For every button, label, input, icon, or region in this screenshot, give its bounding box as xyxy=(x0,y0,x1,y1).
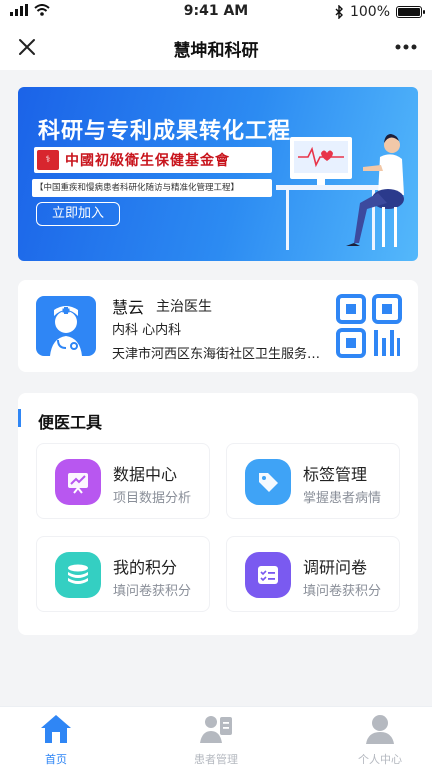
more-icon xyxy=(395,44,417,50)
tab-patients[interactable]: 患者管理 xyxy=(156,711,276,767)
join-button[interactable]: 立即加入 xyxy=(36,202,120,226)
tab-label: 首页 xyxy=(45,753,67,766)
doctor-department: 内科 心内科 xyxy=(112,323,182,338)
banner-org-name: 中國初級衛生保健基金會 xyxy=(65,153,230,169)
tool-survey[interactable]: 调研问卷 填问卷获积分 xyxy=(226,536,400,612)
patients-icon xyxy=(200,716,232,743)
battery-percent: 100% xyxy=(349,4,390,20)
tool-desc: 项目数据分析 xyxy=(113,491,192,506)
person-icon xyxy=(366,715,394,744)
doctor-hospital: 天津市河西区东海街社区卫生服务中心 xyxy=(112,347,326,362)
tab-label: 患者管理 xyxy=(194,753,238,766)
banner-subtitle: 【中国重疾和慢病患者科研化随访与精准化管理工程】 xyxy=(32,179,272,197)
tool-desc: 掌握患者病情 xyxy=(303,491,382,506)
tab-label: 个人中心 xyxy=(358,753,402,766)
tool-desc: 填问卷获积分 xyxy=(303,584,382,599)
tool-tag-management[interactable]: 标签管理 掌握患者病情 xyxy=(226,443,400,519)
bottom-tab-bar: 首页 患者管理 个人中心 xyxy=(0,706,432,768)
banner-title: 科研与专利成果转化工程 xyxy=(38,119,292,144)
tool-name: 数据中心 xyxy=(113,465,178,484)
banner-org: ⚕ 中國初級衛生保健基金會 xyxy=(34,147,272,173)
tool-name: 调研问卷 xyxy=(303,558,368,577)
page-title: 慧坤和科研 xyxy=(173,41,259,61)
tool-data-center[interactable]: 数据中心 项目数据分析 xyxy=(36,443,210,519)
doctor-name: 慧云 xyxy=(112,298,145,317)
avatar xyxy=(36,296,96,356)
tool-my-points[interactable]: 我的积分 填问卷获积分 xyxy=(36,536,210,612)
section-accent-bar xyxy=(18,409,21,427)
tool-name: 标签管理 xyxy=(303,465,368,484)
tool-desc: 填问卷获积分 xyxy=(113,584,192,599)
home-icon xyxy=(41,715,71,743)
doctor-profile-card[interactable]: 慧云 主治医生 内科 心内科 天津市河西区东海街社区卫生服务中心 xyxy=(18,280,418,372)
more-button[interactable] xyxy=(392,34,420,60)
qr-code-icon[interactable] xyxy=(336,294,404,358)
bluetooth-icon xyxy=(335,5,343,19)
coins-stack-icon xyxy=(55,552,101,598)
foundation-logo-icon: ⚕ xyxy=(37,150,59,170)
doctor-title: 主治医生 xyxy=(156,299,212,315)
promo-banner[interactable]: 科研与专利成果转化工程 ⚕ 中國初級衛生保健基金會 【中国重疾和慢病患者科研化随… xyxy=(18,87,418,261)
chart-board-icon xyxy=(55,459,101,505)
nav-bar: 慧坤和科研 xyxy=(0,24,432,70)
tab-home[interactable]: 首页 xyxy=(0,711,116,767)
researcher-illustration-icon xyxy=(276,134,404,250)
tab-profile[interactable]: 个人中心 xyxy=(320,711,432,767)
tools-section: 便医工具 数据中心 项目数据分析 标签管理 掌握患者病情 我的积分 填问卷获积分… xyxy=(18,393,418,635)
status-bar: 9:41 AM 100% xyxy=(0,0,432,24)
tool-name: 我的积分 xyxy=(113,558,178,577)
checklist-icon xyxy=(245,552,291,598)
section-title: 便医工具 xyxy=(38,413,103,432)
battery-icon xyxy=(396,6,425,18)
tag-icon xyxy=(245,459,291,505)
doctor-avatar-icon xyxy=(50,306,82,356)
